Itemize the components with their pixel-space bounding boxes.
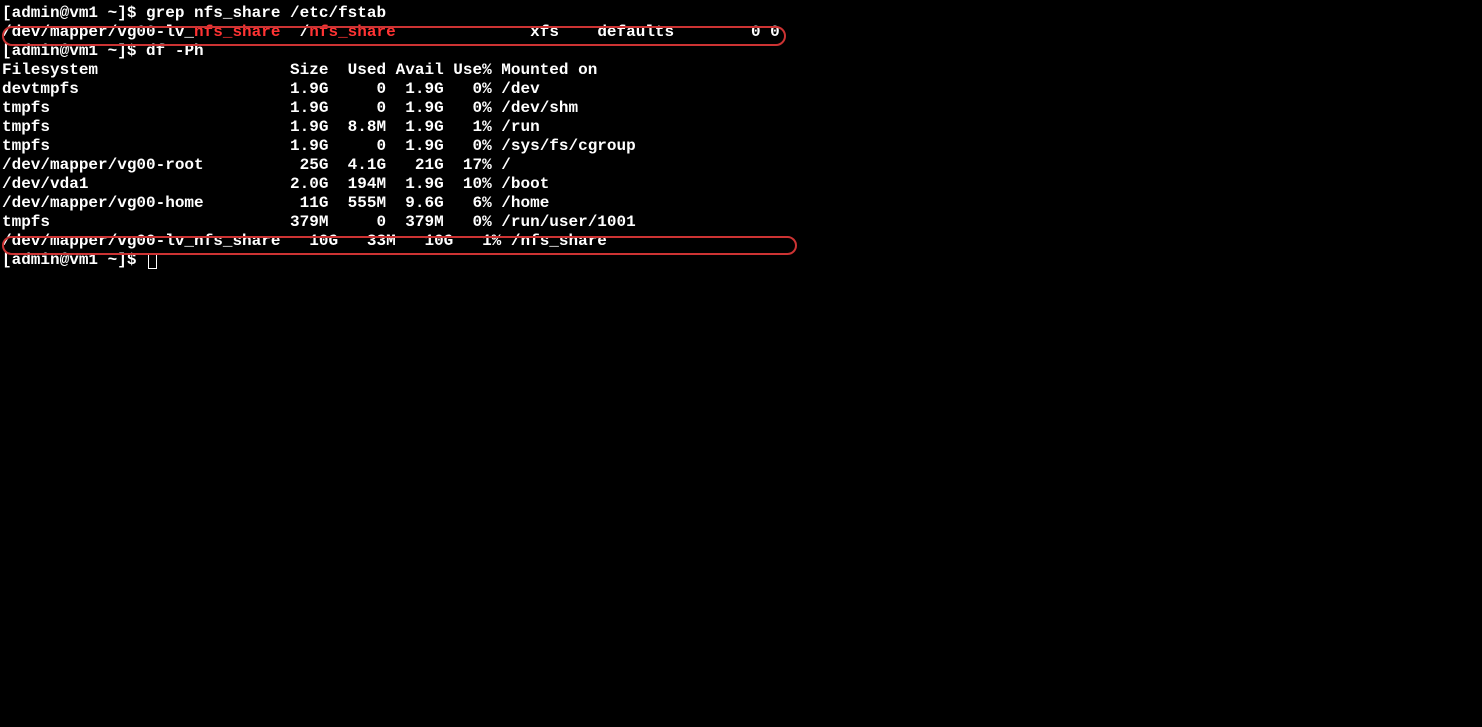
df-row: tmpfs 379M 0 379M 0% /run/user/1001 [2,213,780,232]
grep-match-2: nfs_share [309,23,395,41]
df-row: tmpfs 1.9G 0 1.9G 0% /dev/shm [2,99,780,118]
terminal-output[interactable]: [admin@vm1 ~]$ grep nfs_share /etc/fstab… [2,4,780,270]
grep-output-line: /dev/mapper/vg00-lv_nfs_share /nfs_share… [2,23,780,42]
df-row: devtmpfs 1.9G 0 1.9G 0% /dev [2,80,780,99]
command-line-1: [admin@vm1 ~]$ grep nfs_share /etc/fstab [2,4,780,23]
command-text: grep nfs_share /etc/fstab [146,4,386,22]
command-line-2: [admin@vm1 ~]$ df -Ph [2,42,780,61]
df-row: /dev/mapper/vg00-root 25G 4.1G 21G 17% / [2,156,780,175]
df-header: Filesystem Size Used Avail Use% Mounted … [2,61,780,80]
df-row: /dev/mapper/vg00-home 11G 555M 9.6G 6% /… [2,194,780,213]
df-row: tmpfs 1.9G 0 1.9G 0% /sys/fs/cgroup [2,137,780,156]
shell-prompt: [admin@vm1 ~]$ [2,4,146,22]
shell-prompt: [admin@vm1 ~]$ [2,251,146,269]
df-row: tmpfs 1.9G 8.8M 1.9G 1% /run [2,118,780,137]
command-text: df -Ph [146,42,204,60]
shell-prompt: [admin@vm1 ~]$ [2,42,146,60]
df-row: /dev/vda1 2.0G 194M 1.9G 10% /boot [2,175,780,194]
grep-match-1: nfs_share [194,23,280,41]
df-row-highlighted: /dev/mapper/vg00-lv_nfs_share 10G 33M 10… [2,232,780,251]
command-line-3: [admin@vm1 ~]$ [2,251,780,270]
terminal-cursor[interactable] [148,253,157,269]
